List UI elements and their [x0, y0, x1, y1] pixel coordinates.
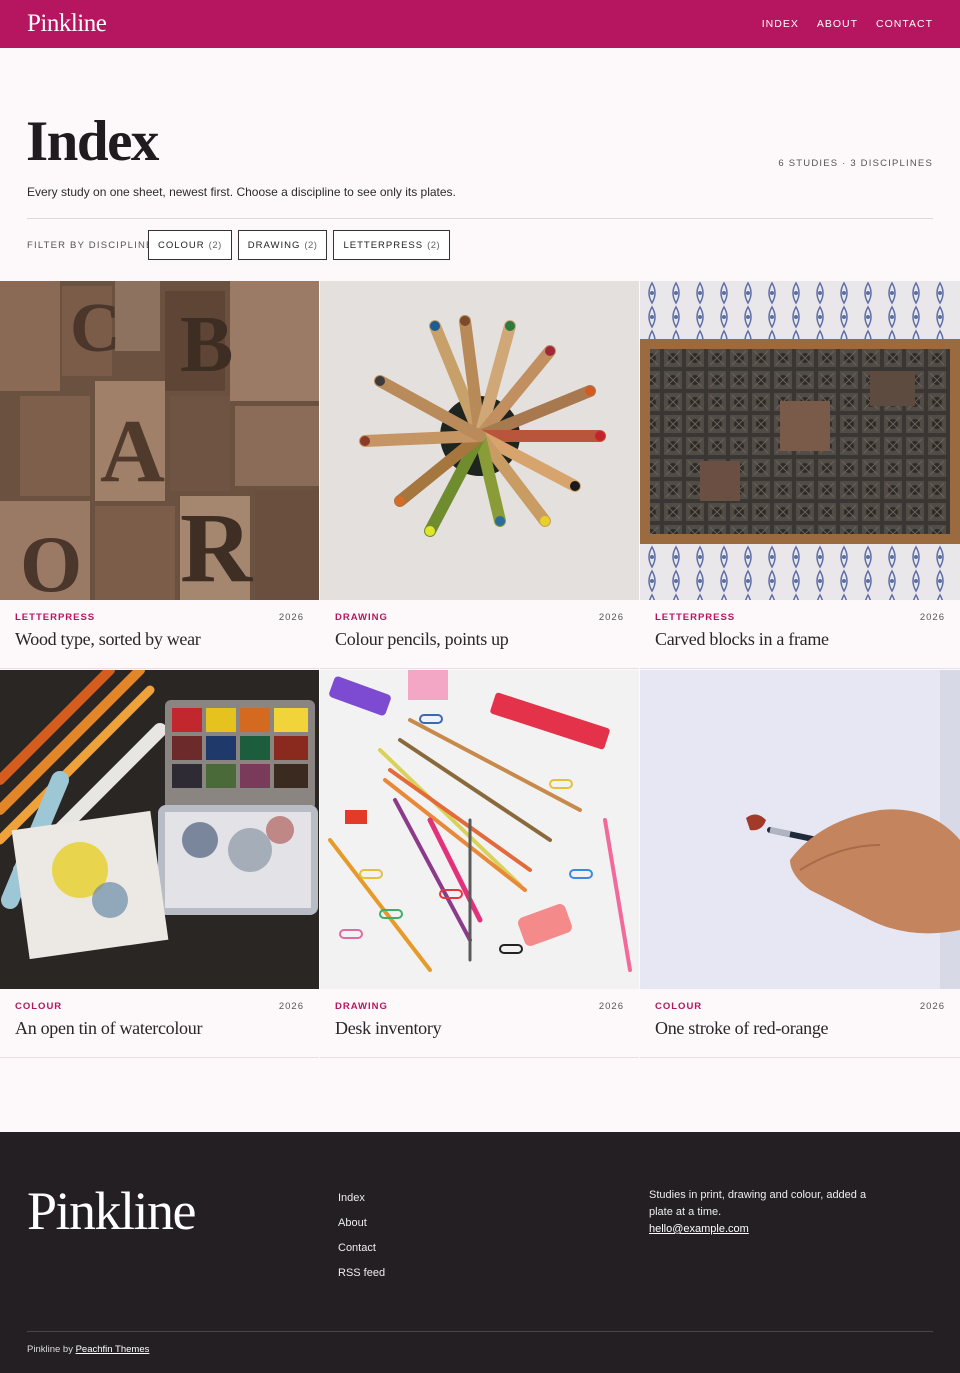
card-title[interactable]: An open tin of watercolour — [15, 1018, 202, 1039]
study-card[interactable]: C B A R O LETTERPRESS 2026 Wood type, so… — [0, 281, 319, 669]
card-meta: LETTERPRESS 2026 — [15, 612, 304, 623]
card-year: 2026 — [919, 612, 945, 623]
card-year: 2026 — [278, 1001, 304, 1012]
study-counts: 6 STUDIES · 3 DISCIPLINES — [778, 158, 933, 169]
card-title[interactable]: One stroke of red-orange — [655, 1018, 829, 1039]
footer-link-about[interactable]: About — [338, 1216, 385, 1230]
card-meta: COLOUR 2026 — [655, 1001, 945, 1012]
card-category: LETTERPRESS — [655, 612, 736, 623]
card-year: 2026 — [598, 612, 624, 623]
footer-about-text: Studies in print, drawing and colour, ad… — [649, 1189, 867, 1218]
footer-credit: Pinkline by Peachfin Themes — [27, 1344, 149, 1355]
divider — [27, 218, 933, 219]
filter-label: FILTER BY DISCIPLINE — [27, 240, 154, 251]
card-year: 2026 — [278, 612, 304, 623]
card-year: 2026 — [919, 1001, 945, 1012]
card-category: COLOUR — [15, 1001, 63, 1012]
footer-link-index[interactable]: Index — [338, 1191, 385, 1205]
wood-type-photo[interactable]: C B A R O — [0, 281, 319, 600]
filter-letterpress-label: LETTERPRESS — [343, 239, 424, 251]
footer-logo[interactable]: Pinkline — [27, 1180, 197, 1242]
brush-stroke-photo[interactable] — [640, 670, 960, 989]
credit-link[interactable]: Peachfin Themes — [76, 1344, 150, 1355]
svg-text:R: R — [180, 492, 254, 600]
svg-text:B: B — [180, 301, 233, 389]
filter-colour-count: (2) — [208, 239, 222, 251]
carved-blocks-photo[interactable] — [640, 281, 960, 600]
card-category: COLOUR — [655, 1001, 703, 1012]
pencils-photo[interactable] — [320, 281, 639, 600]
filter-group: COLOUR (2) DRAWING (2) LETTERPRESS (2) — [148, 230, 451, 260]
filter-drawing-button[interactable]: DRAWING (2) — [237, 230, 328, 260]
footer-email-link[interactable]: hello@example.com — [649, 1221, 869, 1238]
site-logo[interactable]: Pinkline — [27, 10, 107, 38]
study-card[interactable]: COLOUR 2026 An open tin of watercolour — [0, 670, 319, 1058]
study-card[interactable]: DRAWING 2026 Colour pencils, points up — [320, 281, 639, 669]
nav-contact[interactable]: CONTACT — [876, 18, 933, 30]
site-header: Pinkline INDEX ABOUT CONTACT — [0, 0, 960, 48]
card-category: DRAWING — [335, 612, 388, 623]
filter-colour-button[interactable]: COLOUR (2) — [148, 230, 232, 260]
nav-about[interactable]: ABOUT — [817, 18, 858, 30]
card-title[interactable]: Desk inventory — [335, 1018, 442, 1039]
filter-letterpress-button[interactable]: LETTERPRESS (2) — [333, 230, 451, 260]
desk-inventory-photo[interactable] — [320, 670, 639, 989]
card-category: DRAWING — [335, 1001, 388, 1012]
filter-letterpress-count: (2) — [427, 239, 441, 251]
svg-text:O: O — [20, 521, 82, 600]
card-meta: COLOUR 2026 — [15, 1001, 304, 1012]
card-title[interactable]: Carved blocks in a frame — [655, 629, 829, 650]
filter-drawing-count: (2) — [304, 239, 318, 251]
footer-about: Studies in print, drawing and colour, ad… — [649, 1187, 869, 1238]
card-category: LETTERPRESS — [15, 612, 96, 623]
footer-nav: Index About Contact RSS feed — [338, 1191, 385, 1280]
footer-link-rss[interactable]: RSS feed — [338, 1266, 385, 1280]
page-description: Every study on one sheet, newest first. … — [27, 185, 456, 199]
watercolour-tin-photo[interactable] — [0, 670, 319, 989]
site-footer: Pinkline Index About Contact RSS feed St… — [0, 1132, 960, 1373]
card-title[interactable]: Colour pencils, points up — [335, 629, 509, 650]
filter-colour-label: COLOUR — [158, 239, 205, 251]
svg-text:A: A — [100, 402, 165, 501]
card-meta: DRAWING 2026 — [335, 612, 624, 623]
filter-drawing-label: DRAWING — [247, 239, 301, 251]
card-meta: DRAWING 2026 — [335, 1001, 624, 1012]
card-title[interactable]: Wood type, sorted by wear — [15, 629, 201, 650]
nav-index[interactable]: INDEX — [762, 18, 799, 30]
svg-text:C: C — [70, 290, 121, 367]
card-meta: LETTERPRESS 2026 — [655, 612, 945, 623]
study-card[interactable]: LETTERPRESS 2026 Carved blocks in a fram… — [640, 281, 960, 669]
study-card[interactable]: COLOUR 2026 One stroke of red-orange — [640, 670, 960, 1058]
credit-prefix: Pinkline by — [27, 1344, 73, 1355]
footer-divider — [27, 1331, 933, 1332]
card-year: 2026 — [598, 1001, 624, 1012]
page-title: Index — [26, 110, 159, 173]
footer-link-contact[interactable]: Contact — [338, 1241, 385, 1255]
main-nav: INDEX ABOUT CONTACT — [762, 18, 933, 30]
study-card[interactable]: DRAWING 2026 Desk inventory — [320, 670, 639, 1058]
study-grid: C B A R O LETTERPRESS 2026 Wood type, so… — [0, 281, 960, 1058]
